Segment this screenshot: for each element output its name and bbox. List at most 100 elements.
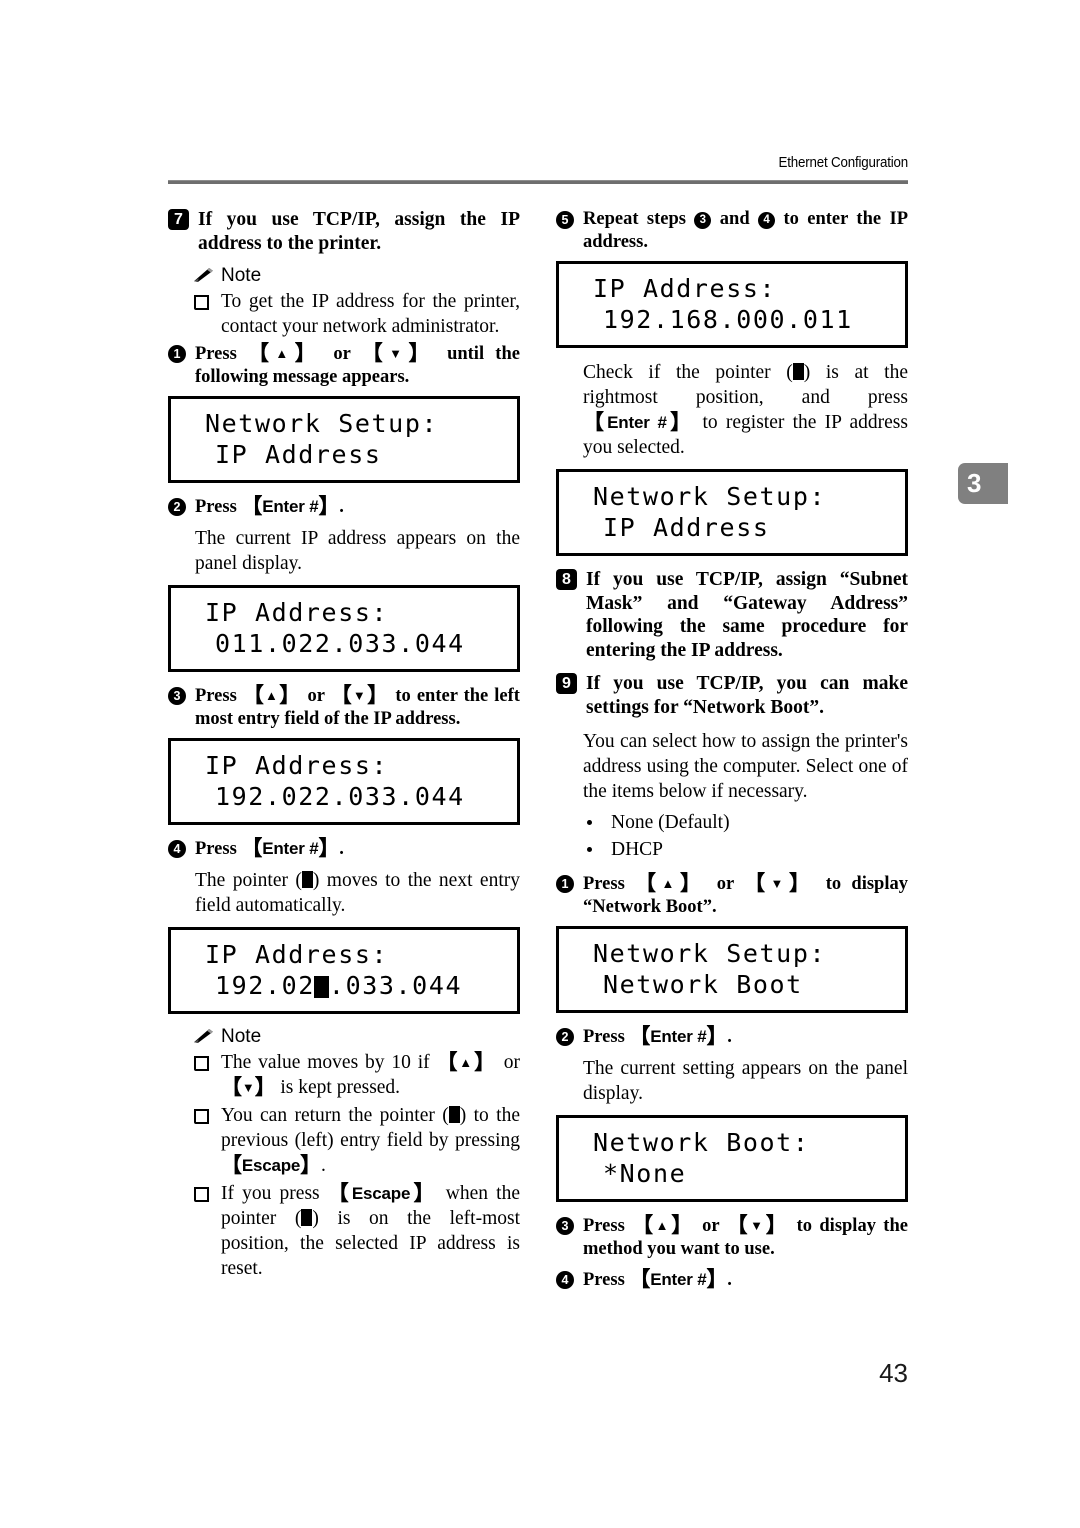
step-8: 8 If you use TCP/IP, assign “Subnet Mask”… [556,568,908,662]
lcd-line-1: IP Address: [171,939,517,970]
step-5-body: Check if the pointer () is at the rightm… [556,360,908,460]
lcd-display-network-boot: Network Setup: Network Boot [556,926,908,1013]
key-down-arrow: 【▼】 [726,1213,790,1237]
lcd-line-2: IP Address [559,512,905,543]
step-7-marker: 7 [168,209,189,230]
pointer-block-icon [301,1209,313,1226]
lcd-line-1: IP Address: [171,750,517,781]
substep-3-prefix: Press [583,1216,633,1236]
lcd-line-1: Network Boot: [559,1127,905,1158]
substep-4-prefix: Press [583,1270,630,1290]
note2-item3-a: If you press [221,1183,328,1204]
substep-3-marker: 3 [556,1217,574,1235]
lcd-line-1: Network Setup: [171,408,517,439]
step-2: 2 Press 【Enter #】. [168,495,520,519]
note2-item1-a: The value moves by 10 if [221,1052,437,1073]
substep-2: 2 Press 【Enter #】. [556,1025,908,1049]
lcd-line-2: 192.168.000.011 [559,304,905,335]
substep-2-prefix: Press [583,1027,630,1047]
lcd-line-2-before: 192.02 [215,971,315,1000]
list-item: None (Default) [556,810,908,835]
key-enter-hash: 【Enter #】 [629,1024,728,1048]
option-label: DHCP [611,839,664,860]
step-3-marker: 3 [168,687,186,705]
substep-1: 1 Press 【▲】 or 【▼】 to display “Network Bo… [556,872,908,919]
note-item: The value moves by 10 if 【▲】 or 【▼】 is k… [168,1050,520,1100]
pencil-icon [194,1028,213,1044]
step-3-mid: or [301,686,331,706]
substep-1-marker: 1 [556,875,574,893]
square-bullet-icon [194,1187,209,1202]
step-5-mid: and [711,209,759,229]
step-ref-3: 3 [694,212,712,229]
key-up-arrow: 【▲】 [242,683,302,707]
step-1: 1 Press 【▲】 or 【▼】 until the following me… [168,342,520,389]
lcd-display-ip-011: IP Address: 011.022.033.044 [168,585,520,672]
step-5-prefix: Repeat steps [583,209,695,229]
substep-4: 4 Press 【Enter #】. [556,1268,908,1292]
running-header: Ethernet Configuration [778,155,909,171]
key-up-arrow: 【▲】 [635,871,707,895]
step-5-body-a: Check if the pointer ( [583,362,793,383]
step-5-marker: 5 [556,211,574,229]
pointer-block-icon [448,1106,460,1123]
lcd-line-2: 011.022.033.044 [171,628,517,659]
step-4: 4 Press 【Enter #】. [168,837,520,861]
lcd-line-1: IP Address: [559,273,905,304]
step-1-mid: or [322,344,362,364]
key-escape: 【Escape】 [327,1181,438,1205]
step-4-body-a: The pointer ( [195,870,302,891]
lcd-line-2: Network Boot [559,969,905,1000]
step-8-text: If you use TCP/IP, assign “Subnet Mask” … [586,569,908,661]
step-9-marker: 9 [556,673,577,694]
page-number: 43 [879,1358,908,1388]
key-enter-hash: 【Enter #】 [583,410,695,434]
step-3-prefix: Press [195,686,243,706]
lcd-line-2: 192.02 .033.044 [171,970,517,1001]
note-item: To get the IP address for the printer, c… [168,289,520,339]
step-9: 9 If you use TCP/IP, you can make setting… [556,672,908,719]
lcd-display-ip-192-022: IP Address: 192.022.033.044 [168,738,520,825]
lcd-line-1: Network Setup: [559,938,905,969]
document-page: Ethernet Configuration 3 43 7 If you use … [0,0,1080,1528]
substep-2-marker: 2 [556,1028,574,1046]
lcd-line-2: IP Address [171,439,517,470]
chapter-tab: 3 [958,463,1008,504]
note-label-1: Note [221,265,262,286]
note-item-text: To get the IP address for the printer, c… [221,291,520,337]
key-down-arrow: 【▼】 [361,341,436,365]
key-down-arrow: 【▼】 [744,871,816,895]
note2-item1-c: is kept pressed. [275,1077,401,1098]
key-up-arrow: 【▲】 [436,1050,497,1074]
step-7-text: If you use TCP/IP, assign the IP address… [198,209,520,254]
note2-item2-c: . [320,1155,326,1176]
step-4-body: The pointer () moves to the next entry f… [168,868,520,918]
key-enter-hash: 【Enter #】 [241,494,340,518]
square-bullet-icon [194,1109,209,1124]
step-1-marker: 1 [168,345,186,363]
note-item: If you press 【Escape】 when the pointer (… [168,1181,520,1281]
substep-3: 3 Press 【▲】 or 【▼】 to display the method … [556,1214,908,1261]
header-rule [168,180,908,184]
lcd-pointer-icon [314,976,330,998]
step-3: 3 Press 【▲】 or 【▼】 to enter the left most… [168,684,520,731]
pointer-block-icon [792,363,804,380]
step-2-suffix: . [339,497,344,517]
step-2-prefix: Press [195,497,242,517]
note2-item1-b: or [496,1052,520,1073]
square-bullet-icon [194,295,209,310]
step-4-prefix: Press [195,839,242,859]
key-down-arrow: 【▼】 [330,683,390,707]
substep-4-marker: 4 [556,1271,574,1289]
step-5: 5 Repeat steps 3 and 4 to enter the IP ad… [556,208,908,254]
bullet-dot-icon [587,847,592,852]
pencil-icon [194,267,213,283]
left-column: 7 If you use TCP/IP, assign the IP addres… [168,208,520,1284]
lcd-line-1: Network Setup: [559,481,905,512]
lcd-line-2: *None [559,1158,905,1189]
substep-4-suffix: . [727,1270,732,1290]
square-bullet-icon [194,1056,209,1071]
step-1-prefix: Press [195,344,248,364]
step-2-body: The current IP address appears on the pa… [195,528,520,574]
list-item: DHCP [556,837,908,862]
